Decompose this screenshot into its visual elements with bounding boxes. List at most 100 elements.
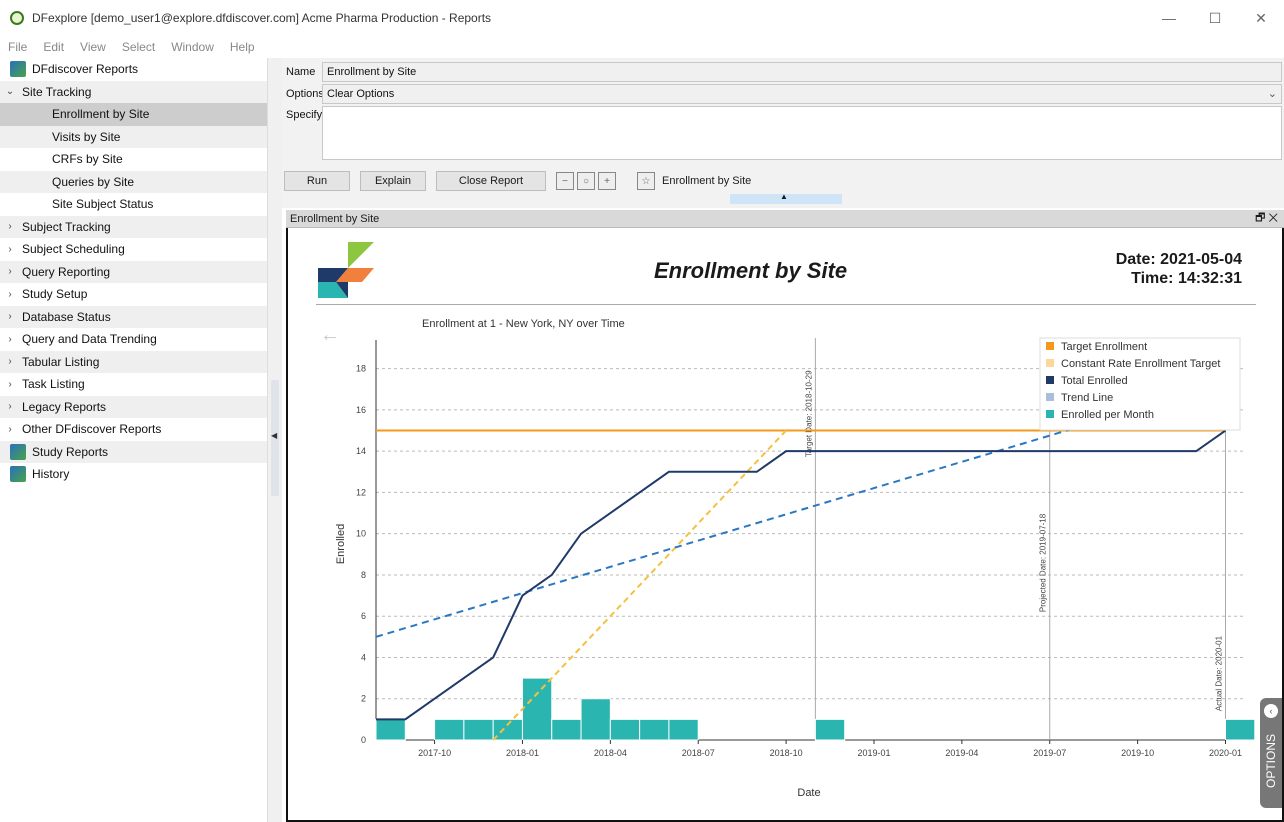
tree-item-queries-by-site[interactable]: Queries by Site <box>0 170 267 193</box>
x-axis-label: Date <box>797 787 820 799</box>
chevron-right-icon[interactable]: › <box>4 289 16 300</box>
chevron-right-icon[interactable]: › <box>4 356 16 367</box>
name-label: Name <box>286 66 316 78</box>
tree-group-label: Study Setup <box>22 287 88 302</box>
report-form: Name Enrollment by Site Options Clear Op… <box>282 58 1284 208</box>
y-tick-label: 6 <box>361 611 366 621</box>
menu-bar: File Edit View Select Window Help <box>0 36 1284 58</box>
menu-help[interactable]: Help <box>222 40 263 54</box>
chevron-down-icon[interactable]: ⌄ <box>1268 87 1277 100</box>
tree-root-label: DFdiscover Reports <box>32 62 139 77</box>
tree-item-label: Study Reports <box>32 444 109 459</box>
chart-report-icon <box>10 466 26 483</box>
enrolled-per-month-bar <box>492 718 523 741</box>
specify-textarea[interactable] <box>322 106 1282 160</box>
tree-root[interactable]: DFdiscover Reports <box>0 58 267 81</box>
y-tick-label: 12 <box>356 487 366 497</box>
name-field[interactable]: Enrollment by Site <box>322 62 1282 82</box>
menu-select[interactable]: Select <box>114 40 163 54</box>
report-tree: DFdiscover Reports ⌄ Site Tracking Enrol… <box>0 58 268 822</box>
chevron-right-icon[interactable]: › <box>4 401 16 412</box>
tree-group-query-data-trending[interactable]: › Query and Data Trending <box>0 328 267 351</box>
menu-file[interactable]: File <box>0 40 35 54</box>
menu-view[interactable]: View <box>72 40 114 54</box>
y-tick-label: 2 <box>361 694 366 704</box>
enrolled-per-month-bar <box>609 718 641 741</box>
tree-group-database-status[interactable]: › Database Status <box>0 305 267 328</box>
explain-button[interactable]: Explain <box>360 171 426 191</box>
chevron-right-icon[interactable]: › <box>4 244 16 255</box>
chevron-right-icon[interactable]: › <box>4 334 16 345</box>
projected-date-annotation: Projected Date: 2019-07-18 <box>1039 513 1048 612</box>
y-tick-label: 18 <box>356 364 366 374</box>
close-window-button[interactable]: ✕ <box>1238 0 1284 36</box>
tree-group-label: Other DFdiscover Reports <box>22 422 162 437</box>
tree-group-legacy-reports[interactable]: › Legacy Reports <box>0 395 267 418</box>
x-tick-label: 2017-10 <box>418 748 451 758</box>
collapse-up-icon[interactable]: ▲ <box>780 192 788 201</box>
tree-item-label: Enrollment by Site <box>52 107 150 122</box>
close-report-button[interactable]: Close Report <box>436 171 546 191</box>
x-tick-label: 2019-10 <box>1121 748 1154 758</box>
tree-item-crfs-by-site[interactable]: CRFs by Site <box>0 148 267 171</box>
panel-controls[interactable]: 🗗 ✕ <box>1255 209 1278 228</box>
x-tick-label: 2018-10 <box>770 748 803 758</box>
tree-group-subject-scheduling[interactable]: › Subject Scheduling <box>0 238 267 261</box>
specify-label: Specify <box>286 109 323 121</box>
tree-group-site-tracking[interactable]: ⌄ Site Tracking <box>0 80 267 103</box>
tree-item-enrollment-by-site[interactable]: Enrollment by Site <box>0 103 267 126</box>
pin-icon[interactable]: ☆ <box>637 172 655 190</box>
options-label: Options <box>286 88 324 100</box>
splitter[interactable]: ◀ <box>268 58 282 822</box>
minimize-button[interactable]: — <box>1146 0 1192 36</box>
collapse-left-icon[interactable]: ◀ <box>271 431 277 440</box>
zoom-in-icon[interactable]: + <box>598 172 616 190</box>
tree-group-query-reporting[interactable]: › Query Reporting <box>0 260 267 283</box>
title-bar: DFexplore [demo_user1@explore.dfdiscover… <box>0 0 1284 36</box>
tree-group-other-reports[interactable]: › Other DFdiscover Reports <box>0 418 267 441</box>
tree-group-label: Tabular Listing <box>22 354 100 369</box>
maximize-button[interactable]: ☐ <box>1192 0 1238 36</box>
chevron-right-icon[interactable]: › <box>4 379 16 390</box>
enrolled-per-month-bar <box>434 718 465 741</box>
tree-group-subject-tracking[interactable]: › Subject Tracking <box>0 215 267 238</box>
app-icon <box>10 11 24 25</box>
zoom-reset-icon[interactable]: ○ <box>577 172 595 190</box>
chevron-down-icon[interactable]: ⌄ <box>4 86 16 97</box>
legend-swatch <box>1046 342 1054 350</box>
tree-item-label: Visits by Site <box>52 129 121 144</box>
collapse-form-handle[interactable]: ▲ <box>730 192 842 204</box>
tree-item-history[interactable]: History <box>0 463 267 486</box>
options-select[interactable]: Clear Options ⌄ <box>322 84 1282 104</box>
tree-group-label: Subject Tracking <box>22 219 111 234</box>
legend-swatch <box>1046 393 1054 401</box>
menu-edit[interactable]: Edit <box>35 40 72 54</box>
options-value: Clear Options <box>327 88 395 100</box>
run-button[interactable]: Run <box>284 171 350 191</box>
tree-item-label: Queries by Site <box>52 174 135 189</box>
menu-window[interactable]: Window <box>163 40 222 54</box>
x-tick-label: 2018-01 <box>506 748 539 758</box>
tree-group-task-listing[interactable]: › Task Listing <box>0 373 267 396</box>
options-arrow-icon[interactable]: ‹ <box>1264 704 1278 718</box>
tree-item-label: Site Subject Status <box>52 197 154 212</box>
tree-item-visits-by-site[interactable]: Visits by Site <box>0 125 267 148</box>
tree-group-tabular-listing[interactable]: › Tabular Listing <box>0 350 267 373</box>
tree-item-study-reports[interactable]: Study Reports <box>0 440 267 463</box>
tree-item-site-subject-status[interactable]: Site Subject Status <box>0 193 267 216</box>
options-tab[interactable]: ‹ OPTIONS <box>1260 698 1282 808</box>
zoom-out-icon[interactable]: − <box>556 172 574 190</box>
chevron-right-icon[interactable]: › <box>4 424 16 435</box>
x-tick-label: 2019-07 <box>1033 748 1066 758</box>
tree-group-label: Task Listing <box>22 377 85 392</box>
tree-group-study-setup[interactable]: › Study Setup <box>0 283 267 306</box>
y-axis-label: Enrolled <box>335 524 347 564</box>
enrolled-per-month-bar <box>814 718 846 741</box>
legend-label: Total Enrolled <box>1061 375 1128 387</box>
tree-group-label: Site Tracking <box>22 84 92 99</box>
x-tick-label: 2018-04 <box>594 748 627 758</box>
chevron-right-icon[interactable]: › <box>4 266 16 277</box>
chevron-right-icon[interactable]: › <box>4 311 16 322</box>
chevron-right-icon[interactable]: › <box>4 221 16 232</box>
enrollment-chart: 0 2 4 6 8 10 12 14 16 18 Target Date: 2018-10-29 Pr… <box>335 337 1256 799</box>
